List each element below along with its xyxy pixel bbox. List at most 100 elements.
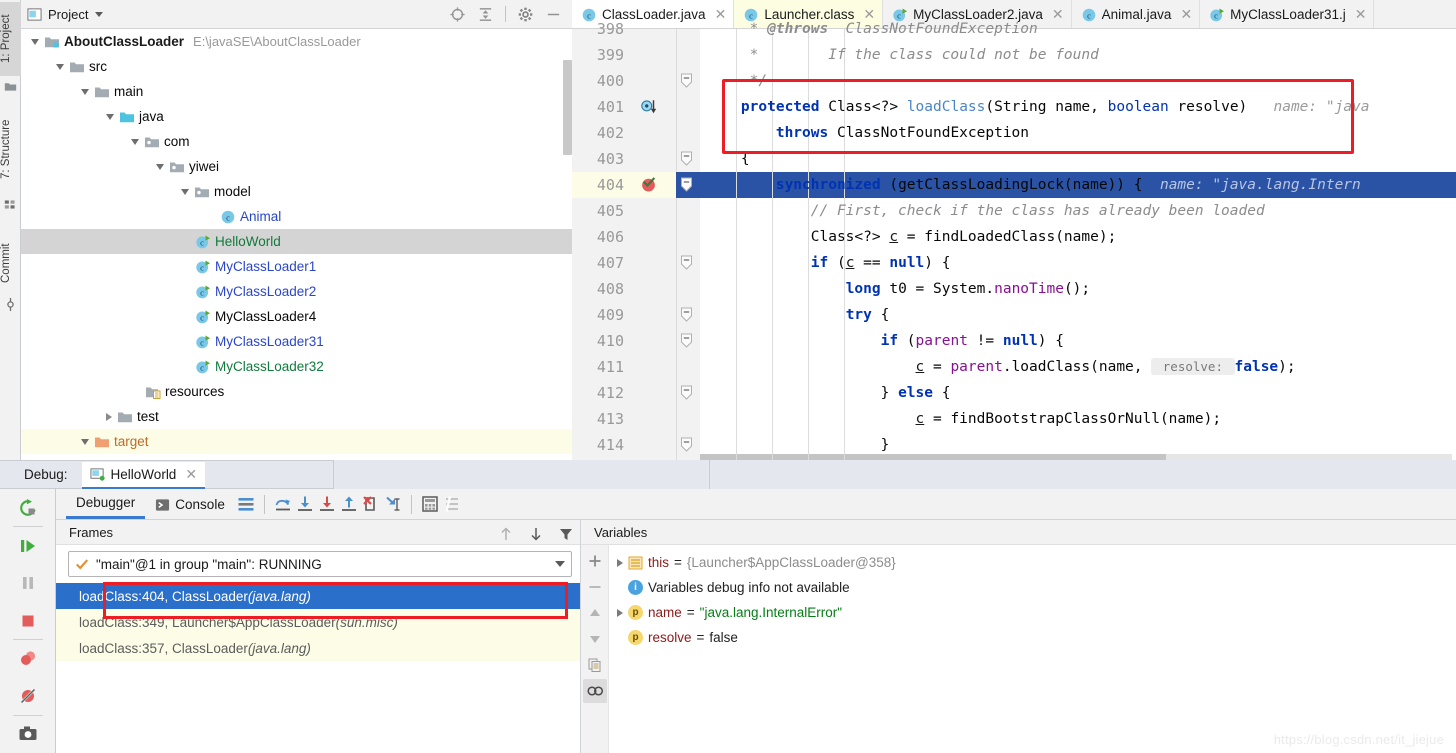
debug-tab-debugger[interactable]: Debugger: [66, 489, 146, 519]
tree-item-src[interactable]: src: [21, 54, 572, 79]
chevron-down-icon[interactable]: [555, 561, 565, 567]
code-line-400[interactable]: 400 */: [572, 68, 1456, 94]
tree-item-animal[interactable]: c Animal: [21, 204, 572, 229]
code-line-408[interactable]: 408 long t0 = System.nanoTime();: [572, 276, 1456, 302]
code-line-409[interactable]: 409 try {: [572, 302, 1456, 328]
tree-item-myclassloader4[interactable]: c MyClassLoader4: [21, 304, 572, 329]
fold-marker-icon[interactable]: [678, 328, 700, 354]
minus-icon[interactable]: [583, 575, 607, 599]
chevron-down-icon[interactable]: [31, 38, 39, 45]
chevron-down-icon[interactable]: [156, 163, 164, 170]
drop-frame-icon[interactable]: [360, 493, 382, 515]
code-line-404[interactable]: 404 synchronized (getClassLoadingLock(na…: [572, 172, 1456, 198]
gear-icon[interactable]: [517, 6, 534, 23]
step-over-icon[interactable]: [272, 493, 294, 515]
project-tree-scrollbar[interactable]: [563, 60, 572, 155]
variables-list[interactable]: this = {Launcher$AppClassLoader@358} i Var…: [609, 550, 1456, 650]
frames-list[interactable]: loadClass:404, ClassLoader (java.lang) lo…: [56, 583, 580, 661]
move-down-icon[interactable]: [583, 627, 607, 651]
tree-item-java[interactable]: java: [21, 104, 572, 129]
evaluate-icon[interactable]: [419, 493, 441, 515]
chevron-down-icon[interactable]: [81, 88, 89, 95]
tree-item-myclassloader2[interactable]: c MyClassLoader2: [21, 279, 572, 304]
move-up-icon[interactable]: [583, 601, 607, 625]
chevron-down-icon[interactable]: [95, 11, 104, 17]
layout-icon[interactable]: [235, 493, 257, 515]
run-to-cursor-icon[interactable]: [382, 493, 404, 515]
chevron-down-icon[interactable]: [106, 113, 114, 120]
fold-marker-icon[interactable]: [678, 380, 700, 406]
step-into-icon[interactable]: [294, 493, 316, 515]
code-line-410[interactable]: 410 if (parent != null) {: [572, 328, 1456, 354]
view-breakpoints-icon[interactable]: [11, 640, 45, 677]
sidebar-tab-commit[interactable]: Commit: [0, 232, 21, 294]
tree-item-model[interactable]: model: [21, 179, 572, 204]
close-icon[interactable]: ✕: [185, 466, 197, 483]
fold-marker-icon[interactable]: [678, 68, 700, 94]
stop-program-icon[interactable]: [11, 602, 45, 639]
variable-row[interactable]: p resolve = false: [609, 625, 1456, 650]
settings-list-icon[interactable]: [441, 493, 463, 515]
variable-row[interactable]: this = {Launcher$AppClassLoader@358}: [609, 550, 1456, 575]
thread-selector[interactable]: "main"@1 in group "main": RUNNING: [68, 551, 572, 577]
fold-marker-icon[interactable]: [678, 146, 700, 172]
chevron-right-icon[interactable]: [106, 412, 112, 421]
frame-row[interactable]: loadClass:349, Launcher$AppClassLoader (…: [56, 609, 580, 635]
screenshot-icon[interactable]: [11, 716, 45, 753]
code-line-402[interactable]: 402 throws ClassNotFoundException: [572, 120, 1456, 146]
debug-session-tab[interactable]: HelloWorld ✕: [81, 461, 206, 490]
watches-icon[interactable]: [582, 679, 607, 703]
code-line-403[interactable]: 403 {: [572, 146, 1456, 172]
filter-icon[interactable]: [558, 526, 574, 542]
tree-item-com[interactable]: com: [21, 129, 572, 154]
minimize-icon[interactable]: [545, 6, 562, 23]
code-line-407[interactable]: 407 if (c == null) {: [572, 250, 1456, 276]
fold-marker-icon[interactable]: [678, 432, 700, 458]
resume-program-icon[interactable]: [11, 527, 45, 564]
frame-row[interactable]: loadClass:404, ClassLoader (java.lang): [56, 583, 580, 609]
tree-item-test[interactable]: test: [21, 404, 572, 429]
expand-chevron-icon[interactable]: [617, 558, 623, 567]
copy-icon[interactable]: [583, 653, 607, 677]
variable-row[interactable]: i Variables debug info not available: [609, 575, 1456, 600]
tree-item-myclassloader1[interactable]: c MyClassLoader1: [21, 254, 572, 279]
code-line-398[interactable]: 398 * @throws ClassNotFoundException: [572, 16, 1456, 42]
arrow-up-icon[interactable]: [498, 526, 514, 542]
chevron-down-icon[interactable]: [81, 438, 89, 445]
code-line-411[interactable]: 411 c = parent.loadClass(name, resolve: …: [572, 354, 1456, 380]
pause-program-icon[interactable]: [11, 565, 45, 602]
tree-item-main[interactable]: main: [21, 79, 572, 104]
rerun-icon[interactable]: [11, 489, 45, 526]
breakpoint-hit-icon[interactable]: [632, 172, 678, 198]
fold-marker-icon[interactable]: [678, 250, 700, 276]
chevron-down-icon[interactable]: [181, 188, 189, 195]
fold-marker-icon[interactable]: [678, 172, 700, 198]
step-out-icon[interactable]: [338, 493, 360, 515]
plus-icon[interactable]: [583, 549, 607, 573]
project-tree[interactable]: AboutClassLoader E:\javaSE\AboutClassLoad…: [21, 29, 572, 460]
code-line-405[interactable]: 405 // First, check if the class has alr…: [572, 198, 1456, 224]
tree-item-aboutclassloader[interactable]: AboutClassLoader E:\javaSE\AboutClassLoad…: [21, 29, 572, 54]
tree-item-myclassloader31[interactable]: c MyClassLoader31: [21, 329, 572, 354]
code-line-413[interactable]: 413 c = findBootstrapClassOrNull(name);: [572, 406, 1456, 432]
code-line-401[interactable]: 401 protected Class<?> loadClass(String …: [572, 94, 1456, 120]
chevron-down-icon[interactable]: [131, 138, 139, 145]
locate-icon[interactable]: [449, 6, 466, 23]
tree-item-yiwei[interactable]: yiwei: [21, 154, 572, 179]
sidebar-tab-project[interactable]: 1: Project: [0, 2, 21, 76]
code-line-406[interactable]: 406 Class<?> c = findLoadedClass(name);: [572, 224, 1456, 250]
tree-item-myclassloader32[interactable]: c MyClassLoader32: [21, 354, 572, 379]
arrow-down-icon[interactable]: [528, 526, 544, 542]
overridden-method-icon[interactable]: [632, 94, 678, 120]
code-line-412[interactable]: 412 } else {: [572, 380, 1456, 406]
sidebar-tab-structure[interactable]: 7: Structure: [0, 105, 21, 193]
tree-item-helloworld[interactable]: c HelloWorld: [21, 229, 572, 254]
fold-marker-icon[interactable]: [678, 302, 700, 328]
code-editor[interactable]: 398 * @throws ClassNotFoundException 399 …: [572, 20, 1456, 460]
code-line-399[interactable]: 399 * If the class could not be found: [572, 42, 1456, 68]
debug-tab-console[interactable]: Console: [145, 489, 235, 519]
tree-item-target[interactable]: target: [21, 429, 572, 454]
variable-row[interactable]: p name = "java.lang.InternalError": [609, 600, 1456, 625]
expand-chevron-icon[interactable]: [617, 608, 623, 617]
frame-row[interactable]: loadClass:357, ClassLoader (java.lang): [56, 635, 580, 661]
